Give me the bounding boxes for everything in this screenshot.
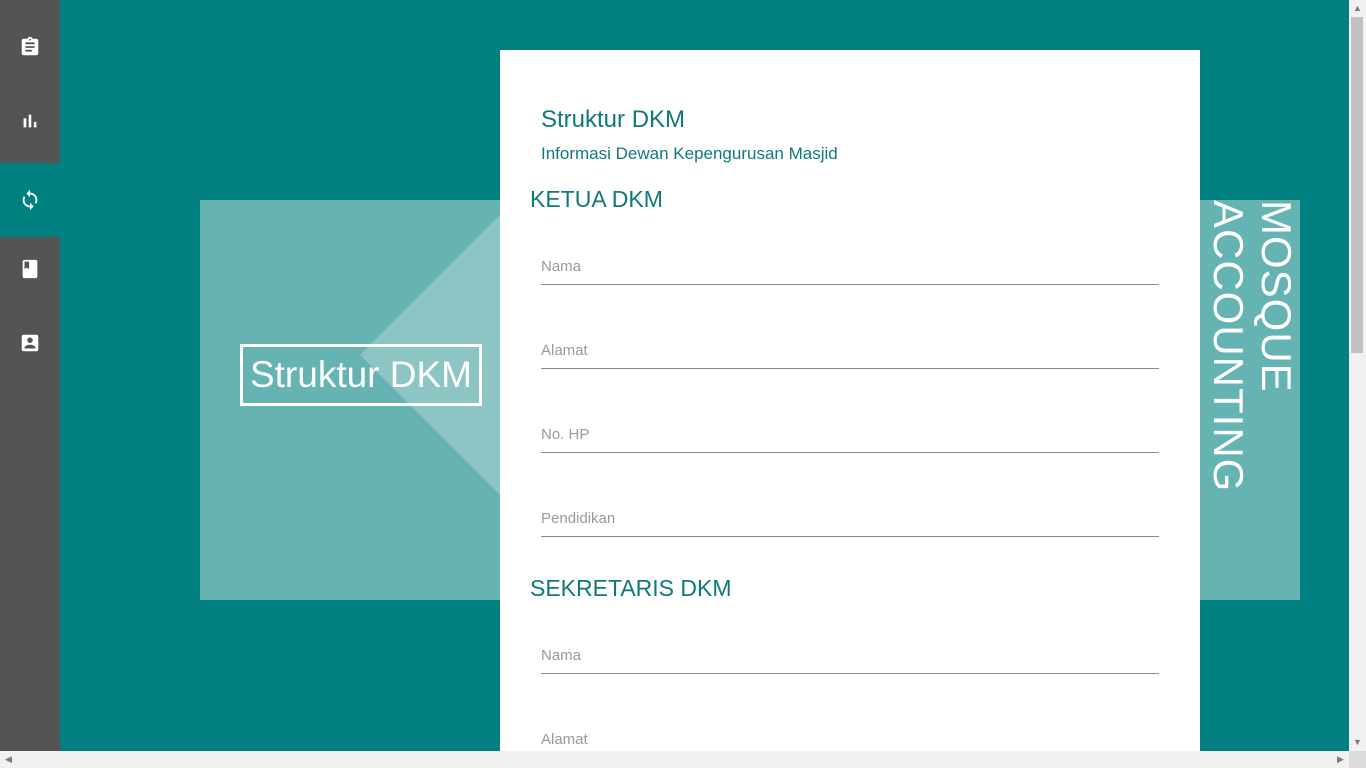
ketua-nohp-field [541,418,1159,453]
brand-text: MOSQUE ACCOUNTING [1204,200,1300,492]
ketua-nama-input[interactable] [541,250,1159,282]
sidebar [0,0,60,751]
sekretaris-nama-input[interactable] [541,639,1159,671]
sekretaris-nama-field [541,639,1159,674]
nav-item-struktur[interactable] [0,163,60,237]
contact-card-icon [21,334,39,352]
nav-item-contacts[interactable] [0,306,60,380]
scroll-left-icon[interactable]: ◀ [0,751,17,768]
sekretaris-alamat-field [541,723,1159,751]
nav-item-reports[interactable] [0,10,60,84]
scroll-down-icon[interactable]: ▼ [1349,734,1366,751]
ketua-pendidikan-input[interactable] [541,502,1159,534]
ketua-nama-field [541,250,1159,285]
vertical-scrollbar[interactable]: ▲ ▼ [1349,0,1366,751]
horizontal-scrollbar[interactable]: ◀ ▶ [0,751,1349,768]
sekretaris-alamat-input[interactable] [541,723,1159,751]
section-heading-sekretaris: SEKRETARIS DKM [530,575,732,601]
form-card: Struktur DKM Informasi Dewan Kepengurusa… [500,50,1200,751]
page-subtitle: Informasi Dewan Kepengurusan Masjid [541,144,838,163]
book-icon [22,259,38,279]
ketua-alamat-field [541,334,1159,369]
scroll-up-icon[interactable]: ▲ [1349,0,1366,17]
vertical-scroll-thumb[interactable] [1351,17,1363,353]
sync-icon [22,189,38,211]
bar-chart-icon [23,114,37,128]
scrollbar-corner [1349,751,1366,768]
clipboard-icon [21,36,39,56]
page-title: Struktur DKM [541,106,686,133]
nav-item-statistics[interactable] [0,84,60,158]
nav-item-book[interactable] [0,232,60,306]
section-heading-ketua: KETUA DKM [530,186,663,212]
brand-line-2: ACCOUNTING [1205,200,1252,493]
scroll-right-icon[interactable]: ▶ [1332,751,1349,768]
hero-title: Struktur DKM [240,344,482,406]
hero-panel: Struktur DKM [200,200,500,600]
brand-line-1: MOSQUE [1253,200,1300,393]
ketua-nohp-input[interactable] [541,418,1159,450]
ketua-alamat-input[interactable] [541,334,1159,366]
ketua-pendidikan-field [541,502,1159,537]
brand-panel: MOSQUE ACCOUNTING [1200,200,1300,600]
